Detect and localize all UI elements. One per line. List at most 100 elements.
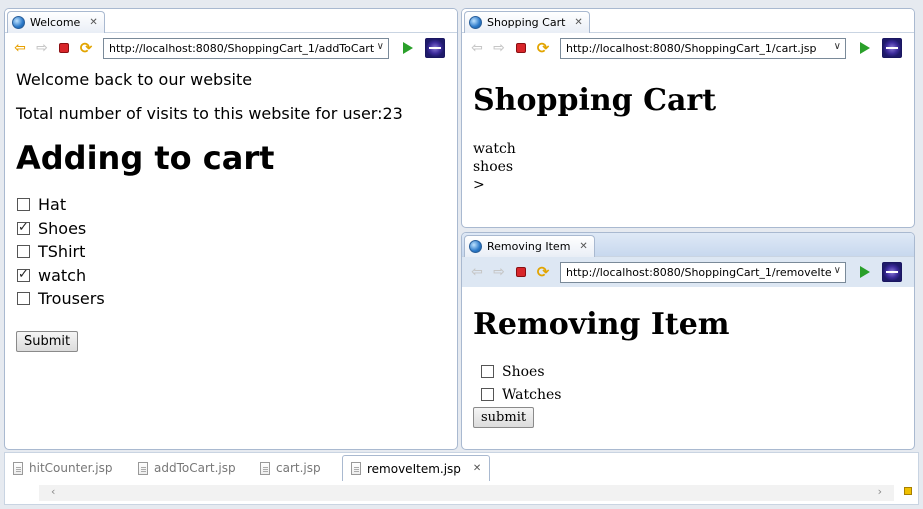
- go-button[interactable]: [856, 39, 874, 57]
- tab-label: removeItem.jsp: [367, 461, 461, 476]
- go-button[interactable]: [856, 263, 874, 281]
- item-label: TShirt: [38, 242, 86, 262]
- cart-browser-pane: Shopping Cart ✕ ⇦ ⇨ ⟳ http://localhost:8…: [461, 8, 915, 228]
- back-arrow-icon[interactable]: ⇦: [468, 263, 486, 281]
- checkbox-trousers[interactable]: [17, 292, 30, 306]
- tab-removeitem[interactable]: removeItem.jsp ✕: [342, 455, 491, 481]
- cart-page-content: Shopping Cart watch shoes >: [462, 83, 914, 194]
- scroll-left-icon[interactable]: ‹: [51, 485, 55, 498]
- tab-shopping-cart[interactable]: Shopping Cart ✕: [464, 11, 590, 33]
- file-icon: [260, 461, 270, 475]
- refresh-icon[interactable]: ⟳: [534, 39, 552, 57]
- remove-page-content: Removing Item Shoes Watches submit: [462, 307, 914, 428]
- web-browser-icon[interactable]: [425, 38, 445, 58]
- stop-icon: [59, 43, 69, 53]
- list-item: Watches: [481, 383, 903, 406]
- list-item: watch: [17, 264, 446, 288]
- forward-arrow-icon[interactable]: ⇨: [490, 263, 508, 281]
- list-item: Shoes: [17, 217, 446, 241]
- checkbox-watch[interactable]: [17, 267, 30, 282]
- globe-icon: [469, 16, 482, 29]
- checkbox-remove-shoes[interactable]: [481, 365, 494, 378]
- globe-icon: [12, 16, 25, 29]
- tab-label: addToCart.jsp: [154, 461, 236, 475]
- marker-icon: [904, 487, 912, 495]
- close-icon[interactable]: ✕: [89, 17, 97, 28]
- item-label: Shoes: [38, 218, 87, 238]
- close-icon[interactable]: ✕: [574, 17, 582, 28]
- go-button[interactable]: [399, 39, 417, 57]
- list-item: Trousers: [17, 287, 446, 311]
- submit-button[interactable]: Submit: [16, 330, 79, 352]
- tab-hitcounter[interactable]: hitCounter.jsp: [13, 455, 113, 481]
- chevron-down-icon[interactable]: ∨: [830, 40, 841, 52]
- remove-navbar: ⇦ ⇨ ⟳ http://localhost:8080/ShoppingCart…: [462, 257, 914, 287]
- forward-arrow-icon[interactable]: ⇨: [33, 39, 51, 57]
- cart-lines: watch shoes >: [473, 140, 903, 194]
- list-item: Shoes: [481, 360, 903, 383]
- checkbox-shoes[interactable]: [17, 220, 30, 235]
- remove-tabstrip: Removing Item ✕: [462, 233, 914, 257]
- go-icon: [403, 42, 413, 54]
- tab-welcome[interactable]: Welcome ✕: [7, 11, 105, 33]
- scroll-right-icon[interactable]: ›: [878, 485, 882, 498]
- chevron-down-icon[interactable]: ∨: [830, 264, 841, 276]
- go-icon: [860, 266, 870, 278]
- remove-heading: Removing Item: [473, 307, 730, 342]
- url-text: http://localhost:8080/ShoppingCart_1/rem…: [566, 265, 837, 279]
- horizontal-scrollbar[interactable]: ‹ ›: [39, 485, 894, 501]
- url-field[interactable]: http://localhost:8080/ShoppingCart_1/rem…: [560, 261, 846, 283]
- file-icon: [138, 461, 148, 475]
- chevron-down-icon[interactable]: ∨: [373, 40, 384, 52]
- tab-cart[interactable]: cart.jsp: [260, 455, 321, 481]
- remove-submit-button[interactable]: submit: [473, 407, 535, 428]
- item-label: Hat: [38, 195, 67, 215]
- welcome-tabstrip: Welcome ✕: [5, 9, 457, 33]
- welcome-browser-pane: Welcome ✕ ⇦ ⇨ ⟳ http://localhost:8080/Sh…: [4, 8, 458, 450]
- tab-label: hitCounter.jsp: [29, 461, 113, 475]
- cart-line: watch: [473, 141, 516, 157]
- list-item: TShirt: [17, 240, 446, 264]
- welcome-page-content: Welcome back to our website Total number…: [5, 70, 457, 352]
- list-item: Hat: [17, 193, 446, 217]
- go-icon: [860, 42, 870, 54]
- close-icon[interactable]: ✕: [473, 463, 481, 474]
- url-field[interactable]: http://localhost:8080/ShoppingCart_1/car…: [560, 37, 846, 59]
- back-arrow-icon[interactable]: ⇦: [468, 39, 486, 57]
- item-label: watch: [38, 265, 87, 285]
- web-browser-icon[interactable]: [882, 262, 902, 282]
- refresh-icon[interactable]: ⟳: [77, 39, 95, 57]
- tab-addtocart[interactable]: addToCart.jsp: [138, 455, 236, 481]
- editor-tabstrip: hitCounter.jsp addToCart.jsp cart.jsp re…: [4, 452, 919, 505]
- cart-navbar: ⇦ ⇨ ⟳ http://localhost:8080/ShoppingCart…: [462, 33, 914, 63]
- stop-button[interactable]: [512, 39, 530, 57]
- checkbox-tshirt[interactable]: [17, 245, 30, 259]
- tab-shopping-cart-label: Shopping Cart: [487, 16, 566, 29]
- welcome-navbar: ⇦ ⇨ ⟳ http://localhost:8080/ShoppingCart…: [5, 33, 457, 63]
- url-text: http://localhost:8080/ShoppingCart_1/car…: [566, 41, 817, 55]
- item-label: Shoes: [502, 363, 545, 380]
- back-arrow-icon[interactable]: ⇦: [11, 39, 29, 57]
- url-field[interactable]: http://localhost:8080/ShoppingCart_1/add…: [103, 37, 389, 59]
- forward-arrow-icon[interactable]: ⇨: [490, 39, 508, 57]
- refresh-icon[interactable]: ⟳: [534, 263, 552, 281]
- item-label: Watches: [502, 386, 562, 403]
- web-browser-icon[interactable]: [882, 38, 902, 58]
- stop-button[interactable]: [512, 263, 530, 281]
- checkbox-remove-watches[interactable]: [481, 388, 494, 401]
- url-text: http://localhost:8080/ShoppingCart_1/add…: [109, 41, 375, 55]
- cart-tabstrip: Shopping Cart ✕: [462, 9, 914, 33]
- cart-line: shoes: [473, 159, 514, 175]
- remove-browser-pane: Removing Item ✕ ⇦ ⇨ ⟳ http://localhost:8…: [461, 232, 915, 450]
- checkbox-hat[interactable]: [17, 198, 30, 212]
- tab-welcome-label: Welcome: [30, 16, 81, 29]
- welcome-text: Welcome back to our website: [16, 70, 253, 89]
- tab-removing-item-label: Removing Item: [487, 240, 571, 253]
- close-icon[interactable]: ✕: [579, 241, 587, 252]
- file-icon: [351, 462, 361, 475]
- tab-removing-item[interactable]: Removing Item ✕: [464, 235, 595, 257]
- tab-label: cart.jsp: [276, 461, 321, 475]
- item-checklist: Hat Shoes TShirt watch Trousers: [17, 193, 446, 311]
- stop-button[interactable]: [55, 39, 73, 57]
- file-icon: [13, 461, 23, 475]
